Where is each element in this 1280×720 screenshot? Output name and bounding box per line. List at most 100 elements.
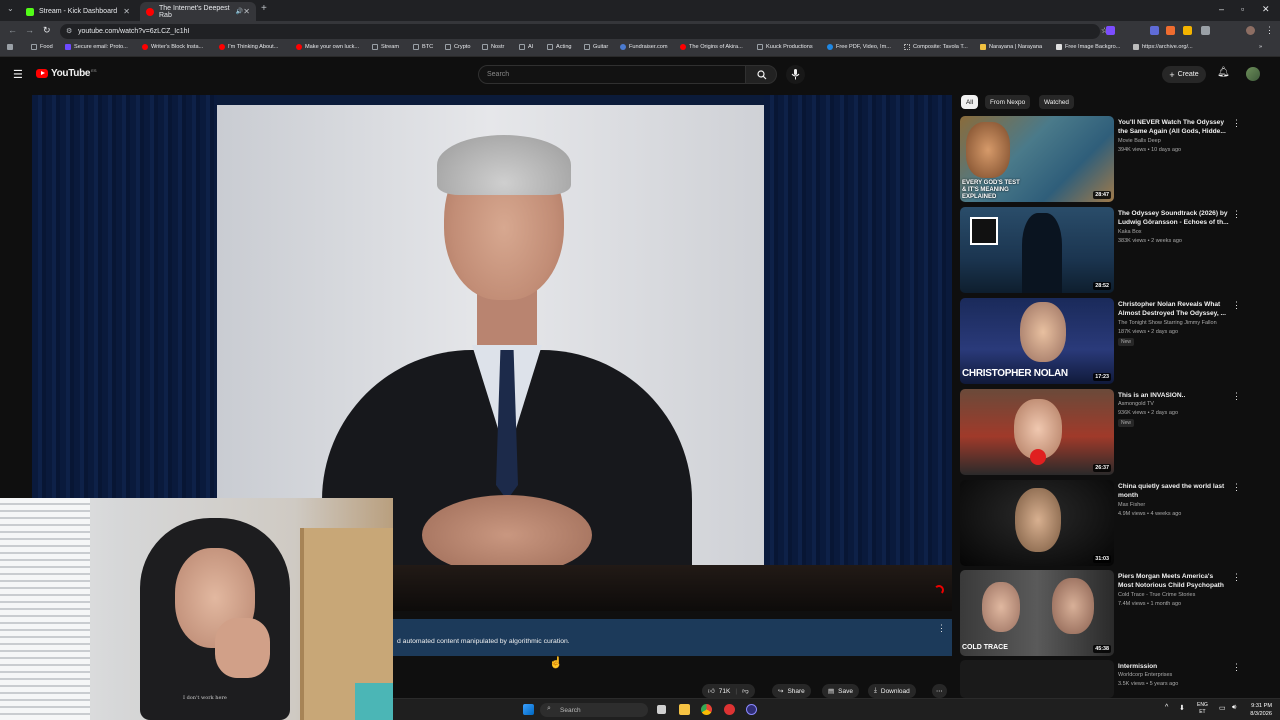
more-options-icon[interactable]: ⋮ [1232, 482, 1241, 493]
bookmark-item[interactable]: Writer's Block Insta... [142, 44, 203, 50]
video-thumbnail[interactable]: EVERY GOD'S TEST & IT'S MEANING EXPLAINE… [960, 116, 1114, 202]
bookmark-item[interactable]: Guitar [584, 44, 608, 50]
recommended-video[interactable]: Intermission Worldcorp Enterprises 3.5K … [960, 660, 1260, 698]
video-title[interactable]: China quietly saved the world last month [1118, 482, 1230, 500]
channel-name[interactable]: Worldcorp Enterprises [1118, 672, 1172, 678]
share-button[interactable]: ↪ Share [772, 684, 811, 698]
voice-search-button[interactable] [786, 65, 805, 84]
video-title[interactable]: The Odyssey Soundtrack (2026) by Ludwig … [1118, 209, 1230, 227]
profile-avatar-icon[interactable] [1246, 26, 1255, 35]
bookmark-item[interactable]: Make your own luck... [296, 44, 359, 50]
speaker-icon[interactable]: 🔊 [236, 8, 243, 15]
bookmark-item[interactable]: AI [519, 44, 533, 50]
extension-icon[interactable] [1183, 26, 1192, 35]
recommended-video[interactable]: COLD TRACE 45:38 Piers Morgan Meets Amer… [960, 570, 1260, 656]
video-thumbnail[interactable]: 28:52 [960, 207, 1114, 293]
bookmark-item[interactable]: Nostr [482, 44, 504, 50]
chrome-icon[interactable] [701, 704, 712, 715]
video-thumbnail[interactable]: 26:37 [960, 389, 1114, 475]
extension-icon[interactable] [1150, 26, 1159, 35]
create-button[interactable]: + Create [1162, 66, 1206, 83]
volume-icon[interactable]: 🔊︎ [1232, 704, 1236, 712]
search-button[interactable] [745, 65, 777, 84]
like-button[interactable]: 👍︎ 71K | 👎︎ [702, 684, 755, 698]
bookmark-item[interactable]: Fundraiser.com [620, 44, 668, 50]
notifications-bell-icon[interactable]: 🔔︎ [1217, 67, 1230, 78]
close-window-icon[interactable]: ✕ [1262, 4, 1270, 15]
chip-all[interactable]: All [961, 95, 979, 109]
bookmark-item[interactable]: BTC [413, 44, 433, 50]
bookmark-item[interactable]: Acting [547, 44, 572, 50]
more-options-icon[interactable]: ⋮ [1232, 300, 1241, 311]
video-description[interactable]: d automated content manipulated by algor… [393, 619, 952, 656]
tab-search-chevron-icon[interactable]: ⌄ [7, 4, 14, 13]
bookmark-item[interactable]: Free PDF, Video, Im... [827, 44, 891, 50]
video-title[interactable]: Piers Morgan Meets America's Most Notori… [1118, 572, 1230, 590]
minimize-icon[interactable]: – [1219, 4, 1224, 14]
recommended-video[interactable]: CHRISTOPHER NOLAN 17:23 Christopher Nola… [960, 298, 1260, 384]
video-title[interactable]: Intermission [1118, 662, 1230, 671]
forward-icon[interactable]: → [25, 25, 34, 35]
reload-icon[interactable]: ↻ [43, 25, 51, 36]
chip-from-channel[interactable]: From Nexpo [985, 95, 1031, 109]
taskbar-search-input[interactable]: ⌕ Search [540, 703, 648, 717]
extensions-puzzle-icon[interactable] [1201, 26, 1210, 35]
extension-icon[interactable] [1106, 26, 1115, 35]
back-icon[interactable]: ← [8, 25, 17, 35]
bookmark-item[interactable]: Narayana | Narayana [980, 44, 1042, 50]
more-options-icon[interactable]: ⋮ [937, 623, 946, 634]
recommended-video[interactable]: 28:52 The Odyssey Soundtrack (2026) by L… [960, 207, 1260, 293]
close-tab-icon[interactable]: ✕ [123, 7, 130, 16]
recommended-video[interactable]: 31:03 China quietly saved the world last… [960, 480, 1260, 566]
video-title[interactable]: You'll NEVER Watch The Odyssey the Same … [1118, 118, 1230, 136]
new-tab-icon[interactable]: + [261, 3, 267, 14]
search-input[interactable]: Search [478, 65, 746, 84]
account-avatar[interactable] [1246, 67, 1260, 81]
more-options-icon[interactable]: ⋮ [1232, 662, 1241, 673]
more-options-icon[interactable]: ⋮ [1232, 572, 1241, 583]
bookmark-item[interactable]: Food [31, 44, 53, 50]
app-icon[interactable] [724, 704, 735, 715]
windows-start-icon[interactable] [523, 704, 534, 715]
recommended-video[interactable]: 26:37 This is an INVASION.. Asmongold TV… [960, 389, 1260, 475]
network-icon[interactable]: ▭ [1219, 704, 1226, 712]
extension-icon[interactable] [1166, 26, 1175, 35]
tab-kick-dashboard[interactable]: Stream - Kick Dashboard ✕ [20, 2, 136, 21]
address-bar[interactable]: ⚙ youtube.com/watch?v=6zLCZ_Ic1hI ☆ [60, 24, 1108, 39]
channel-name[interactable]: Cold Trace - True Crime Stories [1118, 592, 1195, 598]
bookmark-item[interactable]: I'm Thinking About... [219, 44, 278, 50]
video-thumbnail[interactable] [960, 660, 1114, 698]
bookmark-item[interactable]: https://archive.org/... [1133, 44, 1193, 50]
download-button[interactable]: ⤓ Download [868, 684, 916, 698]
thumbs-down-icon[interactable]: 👎︎ [742, 687, 749, 695]
more-options-icon[interactable]: ⋮ [1232, 209, 1241, 220]
close-tab-icon[interactable]: ✕ [243, 7, 250, 16]
maximize-icon[interactable]: ▫ [1241, 4, 1244, 14]
site-info-icon[interactable]: ⚙ [66, 27, 72, 35]
tab-youtube-video[interactable]: The Internet's Deepest Rab 🔊 ✕ [140, 2, 256, 21]
channel-name[interactable]: The Tonight Show Starring Jimmy Fallon [1118, 320, 1217, 326]
video-thumbnail[interactable]: COLD TRACE 45:38 [960, 570, 1114, 656]
video-title[interactable]: Christopher Nolan Reveals What Almost De… [1118, 300, 1230, 318]
tray-overflow-icon[interactable]: ^ [1165, 704, 1168, 711]
bookmark-item[interactable]: The Origins of Akira... [680, 44, 743, 50]
more-options-icon[interactable]: ⋮ [1232, 391, 1241, 402]
more-options-icon[interactable]: ⋮ [1232, 118, 1241, 129]
channel-name[interactable]: Movie Balls Deep [1118, 138, 1161, 144]
more-actions-button[interactable]: ⋯ [932, 684, 947, 698]
channel-name[interactable]: Max Fisher [1118, 502, 1145, 508]
bookmarks-overflow-icon[interactable]: » [1259, 44, 1262, 50]
bookmark-item[interactable]: Stream [372, 44, 399, 50]
channel-name[interactable]: Kaka Box [1118, 229, 1142, 235]
video-thumbnail[interactable]: 31:03 [960, 480, 1114, 566]
bookmark-item[interactable]: Crypto [445, 44, 470, 50]
task-view-icon[interactable] [657, 705, 666, 714]
recommended-video[interactable]: EVERY GOD'S TEST & IT'S MEANING EXPLAINE… [960, 116, 1260, 202]
chip-watched[interactable]: Watched [1039, 95, 1074, 109]
bookmark-item[interactable]: Secure email: Proto... [65, 44, 128, 50]
tray-app-icon[interactable]: ⬇ [1179, 704, 1185, 712]
obs-icon[interactable] [746, 704, 757, 715]
file-explorer-icon[interactable] [679, 704, 690, 715]
channel-name[interactable]: Asmongold TV [1118, 401, 1154, 407]
apps-grid-icon[interactable] [7, 44, 16, 50]
